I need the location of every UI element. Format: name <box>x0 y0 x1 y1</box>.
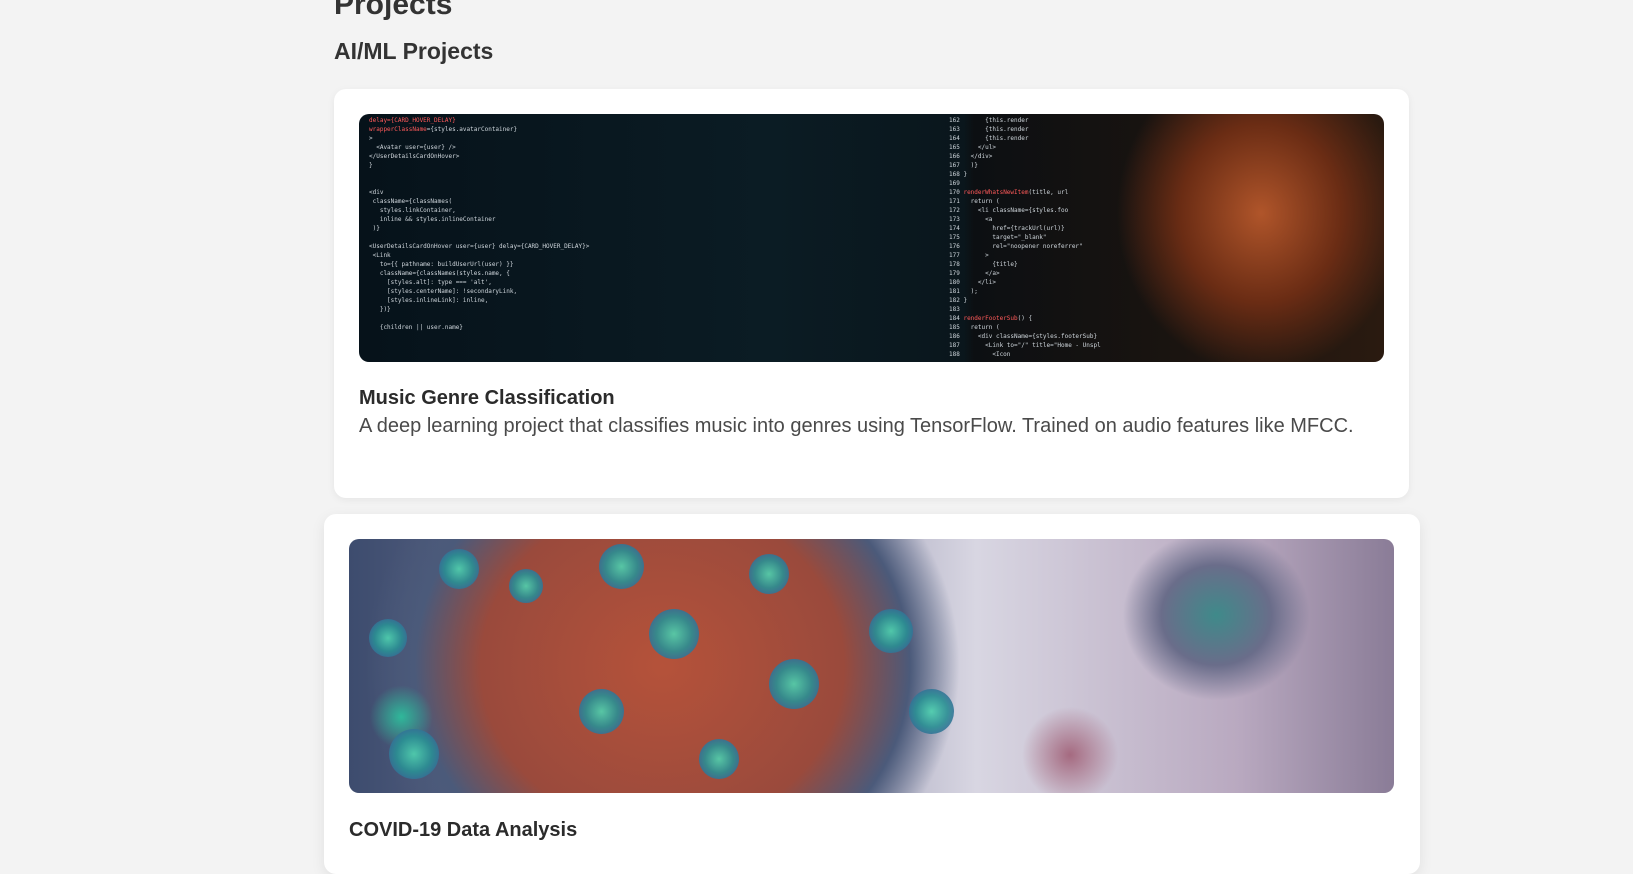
project-image-code: delay={CARD_HOVER_DELAY} wrapperClassNam… <box>359 114 1384 362</box>
project-title: COVID-19 Data Analysis <box>349 819 578 841</box>
project-card-covid[interactable]: COVID-19 Data Analysis <box>324 514 1420 874</box>
project-image-virus <box>349 539 1394 793</box>
project-title: Music Genre Classification <box>359 387 615 409</box>
project-card-music-genre[interactable]: delay={CARD_HOVER_DELAY} wrapperClassNam… <box>334 89 1409 498</box>
code-decoration: delay={CARD_HOVER_DELAY} wrapperClassNam… <box>369 117 590 331</box>
project-description: A deep learning project that classifies … <box>359 415 1354 437</box>
section-title: AI/ML Projects <box>334 38 494 64</box>
page-title: Projects <box>334 0 453 21</box>
code-decoration: 162 {this.render 163 {this.render 164 {t… <box>949 117 1101 358</box>
